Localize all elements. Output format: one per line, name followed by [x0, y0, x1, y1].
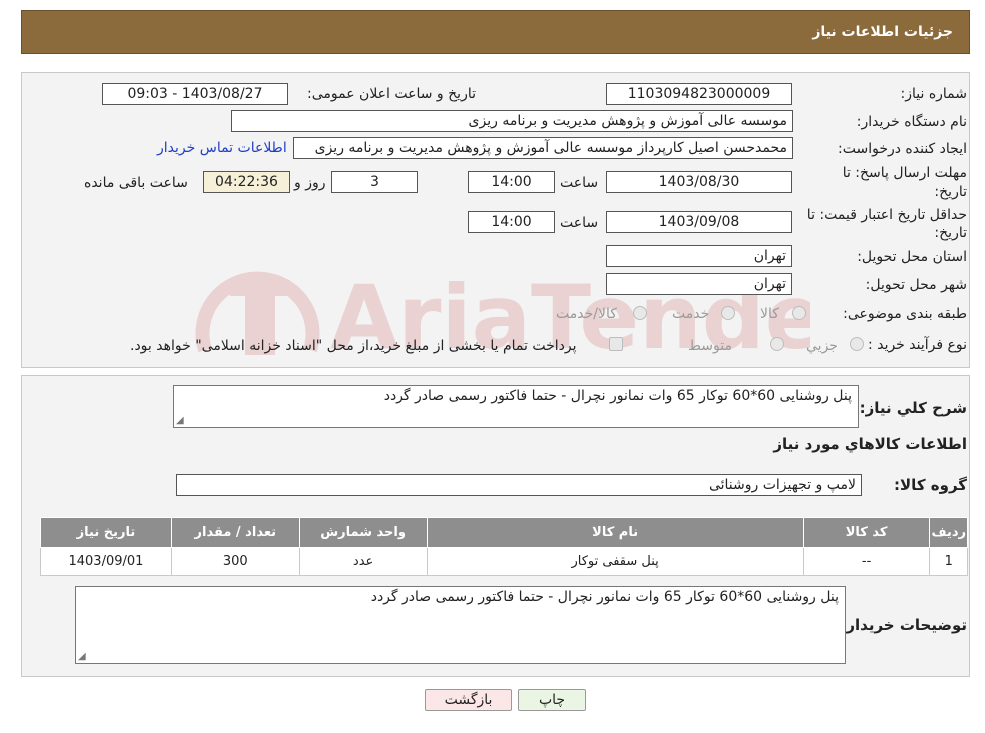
goods-group-label: گروه کالا:: [894, 476, 967, 494]
remaining-days-field: 3: [331, 171, 418, 193]
cell-need-date: 1403/09/01: [40, 547, 172, 576]
buyer-org-label: نام دستگاه خریدار:: [856, 114, 967, 130]
delivery-city-field: تهران: [606, 273, 792, 295]
process-medium-label: متوسط: [688, 338, 732, 354]
cell-unit: عدد: [298, 547, 428, 576]
page-header: جزئیات اطلاعات نیاز: [21, 10, 970, 54]
items-table: ردیف کد کالا نام کالا واحد شمارش تعداد /…: [40, 517, 968, 576]
remaining-time-label: ساعت باقی مانده: [84, 175, 188, 191]
buyer-notes-text: پنل روشنایی 60*60 توکار 65 وات نمانور نچ…: [370, 589, 839, 605]
remaining-time-field: 04:22:36: [203, 171, 290, 193]
reply-date-field: 1403/08/30: [606, 171, 792, 193]
goods-group-field: لامپ و تجهیزات روشنائی: [176, 474, 862, 496]
treasury-payment-note: پرداخت تمام یا بخشی از مبلغ خرید،از محل …: [130, 338, 577, 354]
category-service-label: خدمت: [672, 306, 710, 322]
need-number-label: شماره نیاز:: [900, 86, 968, 102]
reply-deadline-label-date: تاریخ:: [934, 184, 967, 200]
price-validity-date-field: 1403/09/08: [606, 211, 792, 233]
col-row-number: ردیف: [929, 517, 968, 548]
treasury-payment-checkbox[interactable]: [609, 337, 623, 351]
print-button[interactable]: چاپ: [518, 689, 586, 711]
creator-label: ایجاد کننده درخواست:: [838, 141, 967, 157]
process-minor-label: جزیي: [806, 338, 838, 354]
category-service-radio[interactable]: [721, 306, 735, 320]
category-goods-label: کالا: [760, 306, 779, 322]
items-section-title: اطلاعات کالاهاي مورد نياز: [773, 435, 967, 453]
col-item-name: نام کالا: [426, 517, 804, 548]
announce-datetime-field: 1403/08/27 - 09:03: [102, 83, 288, 105]
price-validity-label-date: تاریخ:: [934, 225, 967, 241]
category-label: طبقه بندی موضوعی:: [843, 306, 967, 322]
days-label: روز و: [294, 175, 326, 191]
creator-field: محمدحسن اصیل کارپرداز موسسه عالی آموزش و…: [293, 137, 793, 159]
price-validity-time-label: ساعت: [560, 215, 599, 231]
reply-deadline-label: مهلت ارسال پاسخ: تا: [842, 165, 967, 181]
reply-time-field: 14:00: [468, 171, 555, 193]
cell-item-name: پنل سقفی توکار: [426, 547, 804, 576]
cell-row-number: 1: [929, 547, 968, 576]
reply-time-label: ساعت: [560, 175, 599, 191]
process-minor-radio[interactable]: [850, 337, 864, 351]
need-summary-field: پنل روشنایی 60*60 توکار 65 وات نمانور نچ…: [173, 385, 859, 428]
buyer-contact-link[interactable]: اطلاعات تماس خریدار: [157, 140, 287, 156]
items-table-header: ردیف کد کالا نام کالا واحد شمارش تعداد /…: [40, 517, 968, 548]
page-title: جزئیات اطلاعات نیاز: [812, 24, 953, 40]
resize-grip-icon[interactable]: ◢: [176, 415, 184, 426]
table-row: 1 -- پنل سقفی توکار عدد 300 1403/09/01: [40, 547, 968, 576]
cell-quantity: 300: [170, 547, 300, 576]
category-goods-service-label: کالا/خدمت: [556, 306, 617, 322]
price-validity-time-field: 14:00: [468, 211, 555, 233]
back-button[interactable]: بازگشت: [425, 689, 512, 711]
col-unit: واحد شمارش: [298, 517, 428, 548]
need-summary-label: شرح کلي نياز:: [859, 399, 967, 417]
buyer-org-field: موسسه عالی آموزش و پژوهش مدیریت و برنامه…: [231, 110, 793, 132]
delivery-province-field: تهران: [606, 245, 792, 267]
col-quantity: تعداد / مقدار: [170, 517, 300, 548]
category-goods-service-radio[interactable]: [633, 306, 647, 320]
announce-datetime-label: تاریخ و ساعت اعلان عمومی:: [307, 86, 476, 102]
buyer-notes-label: توضیحات خریدار:: [840, 616, 967, 634]
need-summary-text: پنل روشنایی 60*60 توکار 65 وات نمانور نچ…: [383, 388, 852, 404]
col-item-code: کد کالا: [802, 517, 931, 548]
category-goods-radio[interactable]: [792, 306, 806, 320]
delivery-city-label: شهر محل تحویل:: [865, 277, 967, 293]
cell-item-code: --: [802, 547, 931, 576]
process-type-label: نوع فرآیند خرید :: [868, 337, 967, 353]
delivery-province-label: استان محل تحویل:: [857, 249, 967, 265]
resize-grip-icon[interactable]: ◢: [78, 651, 86, 662]
need-number-field: 1103094823000009: [606, 83, 792, 105]
buyer-notes-field: پنل روشنایی 60*60 توکار 65 وات نمانور نچ…: [75, 586, 846, 664]
price-validity-label: حداقل تاریخ اعتبار قیمت: تا: [806, 207, 967, 223]
process-medium-radio[interactable]: [770, 337, 784, 351]
col-need-date: تاریخ نیاز: [40, 517, 172, 548]
